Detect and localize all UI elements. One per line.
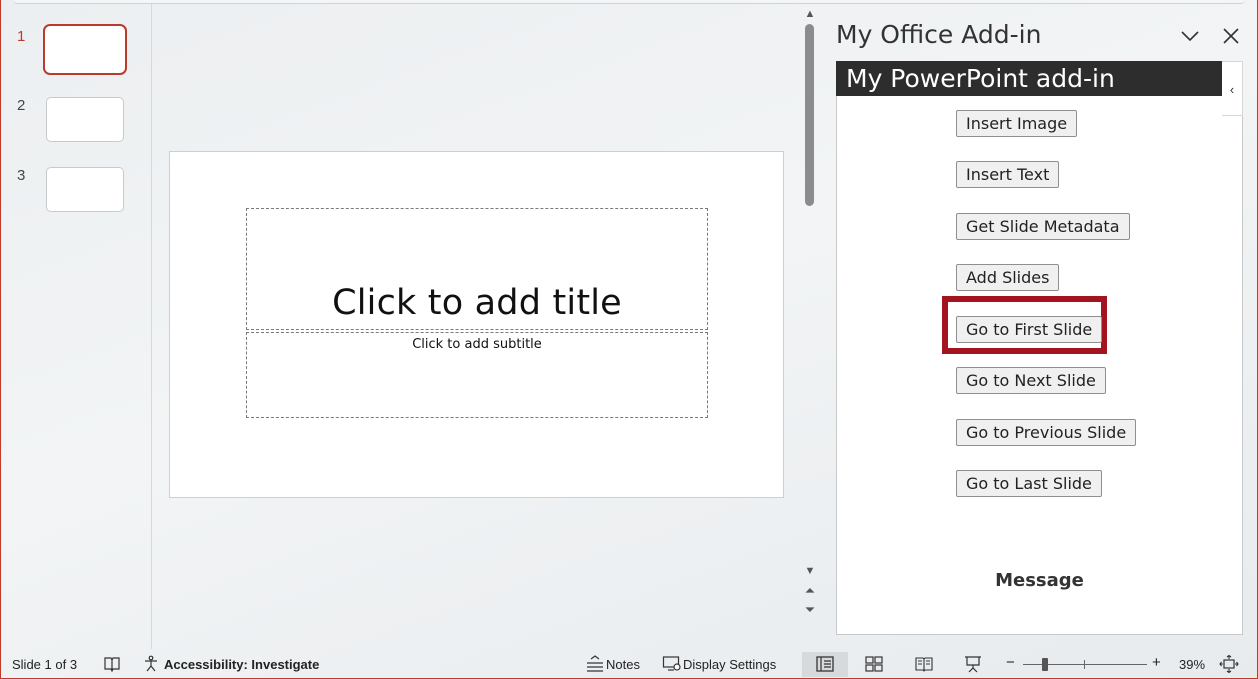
insert-image-button[interactable]: Insert Image <box>956 110 1078 137</box>
notes-icon[interactable] <box>585 655 605 676</box>
next-slide-icon[interactable]: ⏷ <box>803 603 817 616</box>
add-slides-button[interactable]: Add Slides <box>956 264 1060 291</box>
slide-sorter-icon[interactable] <box>864 655 884 676</box>
message-label: Message <box>995 570 1084 591</box>
accessibility-icon[interactable] <box>142 655 160 676</box>
slide-thumbnail[interactable] <box>46 167 124 212</box>
zoom-slider-midpoint <box>1084 660 1085 669</box>
slide-thumbnail[interactable] <box>46 97 124 142</box>
reading-view-icon[interactable] <box>914 655 934 676</box>
chevron-down-icon[interactable] <box>1178 24 1202 48</box>
ribbon-edge <box>13 0 1245 4</box>
subtitle-placeholder-text: Click to add subtitle <box>412 337 542 352</box>
scroll-up-arrow-icon[interactable]: ▲ <box>803 8 817 20</box>
display-settings-button[interactable]: Display Settings <box>683 657 776 672</box>
zoom-level[interactable]: 39% <box>1179 657 1205 672</box>
thumbnail-number: 3 <box>17 167 26 184</box>
previous-slide-icon[interactable]: ⏶ <box>803 584 817 597</box>
taskpane-title: My Office Add-in <box>836 20 1042 49</box>
slideshow-icon[interactable] <box>963 655 983 676</box>
slide-thumbnail[interactable] <box>43 24 127 75</box>
powerpoint-window: 1 2 3 Click to add title Click to add su… <box>0 0 1258 679</box>
go-to-first-slide-button[interactable]: Go to First Slide <box>956 316 1103 343</box>
thumbnail-number: 2 <box>17 97 26 114</box>
zoom-slider-thumb[interactable] <box>1042 658 1048 671</box>
scrollbar-thumb[interactable] <box>805 24 814 206</box>
accessibility-status[interactable]: Accessibility: Investigate <box>164 657 319 672</box>
thumbnail-row-1[interactable]: 1 <box>1 24 152 78</box>
title-placeholder-text: Click to add title <box>332 283 622 323</box>
collapse-pane-button[interactable]: ‹ <box>1222 61 1243 116</box>
vertical-scrollbar[interactable]: ▲ ▼ ⏶ ⏷ <box>800 4 820 629</box>
insert-text-button[interactable]: Insert Text <box>956 161 1060 188</box>
addin-header: My PowerPoint add-in <box>836 61 1224 96</box>
status-bar: Slide 1 of 3 Accessibility: Investigate … <box>2 651 1258 678</box>
notes-button[interactable]: Notes <box>606 657 640 672</box>
thumbnail-row-3[interactable]: 3 <box>1 167 152 217</box>
get-slide-metadata-button[interactable]: Get Slide Metadata <box>956 213 1130 240</box>
book-check-icon[interactable] <box>103 655 121 676</box>
thumbnail-number: 1 <box>17 28 26 45</box>
scroll-down-arrow-icon[interactable]: ▼ <box>803 565 817 577</box>
slide-thumbnail-pane: 1 2 3 <box>1 4 152 649</box>
subtitle-placeholder[interactable]: Click to add subtitle <box>246 332 708 418</box>
normal-view-icon[interactable] <box>815 655 835 676</box>
zoom-in-button[interactable]: + <box>1152 654 1161 671</box>
go-to-last-slide-button[interactable]: Go to Last Slide <box>956 470 1102 497</box>
title-placeholder[interactable]: Click to add title <box>246 208 708 330</box>
zoom-out-button[interactable]: − <box>1006 654 1015 671</box>
slide-indicator[interactable]: Slide 1 of 3 <box>12 657 77 672</box>
close-icon[interactable] <box>1219 24 1243 48</box>
display-settings-icon[interactable] <box>662 655 682 676</box>
go-to-previous-slide-button[interactable]: Go to Previous Slide <box>956 419 1137 446</box>
go-to-next-slide-button[interactable]: Go to Next Slide <box>956 367 1106 394</box>
fit-to-window-icon[interactable] <box>1219 654 1239 676</box>
thumbnail-row-2[interactable]: 2 <box>1 97 152 147</box>
